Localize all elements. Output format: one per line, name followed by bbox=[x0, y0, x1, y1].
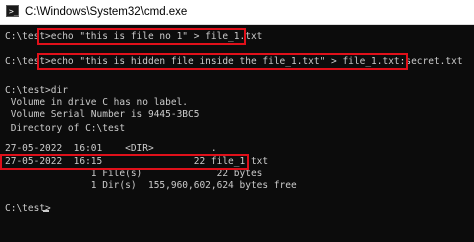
console-line: Volume Serial Number is 9445-3BC5 bbox=[5, 109, 200, 120]
highlight-box-echo-file bbox=[37, 28, 246, 45]
window-title: C:\Windows\System32\cmd.exe bbox=[25, 6, 188, 18]
prompt-line: C:\test> bbox=[5, 203, 51, 214]
text-cursor bbox=[43, 210, 49, 212]
console-line: 1 Dir(s) 155,960,602,624 bytes free bbox=[5, 180, 297, 191]
highlight-box-echo-hidden bbox=[37, 53, 408, 70]
highlight-box-file-entry bbox=[0, 154, 249, 170]
console-line: Volume in drive C has no label. bbox=[5, 97, 189, 108]
console-line: C:\test>dir bbox=[5, 85, 68, 96]
console-line: Directory of C:\test bbox=[5, 123, 126, 134]
cmd-icon: >_ bbox=[6, 5, 19, 17]
console-output[interactable]: C:\test>echo "this is file no 1" > file_… bbox=[0, 25, 474, 242]
title-bar: >_ C:\Windows\System32\cmd.exe bbox=[0, 0, 474, 25]
